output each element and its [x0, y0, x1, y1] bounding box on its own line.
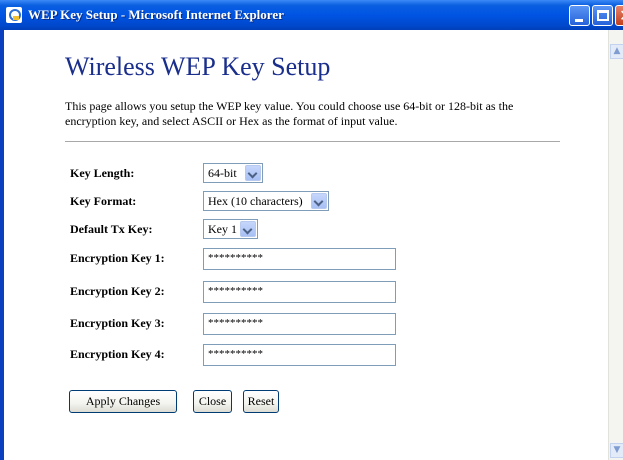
window-frame-left	[0, 30, 4, 460]
encryption-key-1-label: Encryption Key 1:	[70, 251, 165, 265]
default-tx-key-label: Default Tx Key:	[70, 222, 153, 236]
scroll-up-arrow-icon[interactable]: ▲	[610, 44, 623, 59]
key-format-value: Hex (10 characters)	[208, 194, 303, 208]
apply-changes-button[interactable]: Apply Changes	[69, 390, 177, 413]
ie-page-icon	[6, 7, 22, 23]
encryption-key-2-input[interactable]: **********	[203, 281, 396, 303]
close-window-button[interactable]: ✕	[615, 5, 623, 26]
key-format-label: Key Format:	[70, 194, 137, 208]
encryption-key-2-label: Encryption Key 2:	[70, 284, 165, 298]
vertical-scrollbar[interactable]: ▲ ▼	[608, 30, 623, 460]
chevron-down-icon[interactable]	[240, 221, 256, 237]
minimize-icon	[575, 19, 583, 22]
close-button[interactable]: Close	[193, 390, 232, 413]
close-icon: ✕	[619, 6, 623, 26]
key-format-select[interactable]: Hex (10 characters)	[203, 191, 329, 211]
scroll-down-arrow-icon[interactable]: ▼	[610, 443, 623, 458]
encryption-key-4-input[interactable]: **********	[203, 344, 396, 366]
window-title-bar[interactable]: WEP Key Setup - Microsoft Internet Explo…	[0, 0, 623, 30]
encryption-key-3-label: Encryption Key 3:	[70, 316, 165, 330]
encryption-key-4-label: Encryption Key 4:	[70, 347, 165, 361]
default-tx-key-select[interactable]: Key 1	[203, 219, 258, 239]
chevron-down-icon[interactable]	[245, 165, 261, 181]
reset-button[interactable]: Reset	[243, 390, 279, 413]
key-length-select[interactable]: 64-bit	[203, 163, 263, 183]
maximize-button[interactable]	[592, 5, 613, 26]
divider	[65, 141, 560, 142]
page-title: Wireless WEP Key Setup	[65, 52, 331, 81]
minimize-button[interactable]	[569, 5, 590, 26]
default-tx-key-value: Key 1	[208, 222, 237, 236]
key-length-value: 64-bit	[208, 166, 237, 180]
encryption-key-1-input[interactable]: **********	[203, 248, 396, 270]
window-title: WEP Key Setup - Microsoft Internet Explo…	[28, 7, 284, 22]
chevron-down-icon[interactable]	[311, 193, 327, 209]
maximize-icon	[597, 10, 609, 21]
key-length-label: Key Length:	[70, 166, 135, 180]
encryption-key-3-input[interactable]: **********	[203, 313, 396, 335]
page-description: This page allows you setup the WEP key v…	[65, 99, 514, 128]
